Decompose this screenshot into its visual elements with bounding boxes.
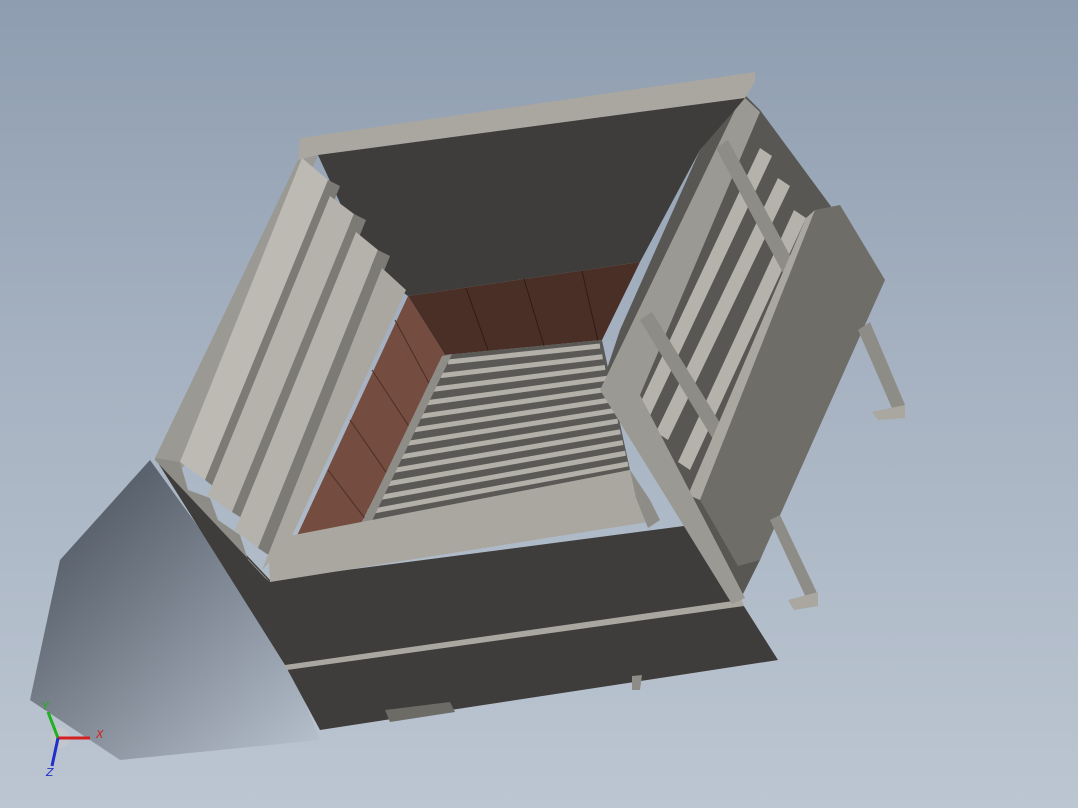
coordinate-triad: Y X Z bbox=[42, 700, 104, 779]
x-axis-label: X bbox=[95, 728, 104, 741]
leg-upper-right bbox=[858, 322, 905, 415]
leg-upper-right-foot bbox=[872, 405, 905, 420]
base-foot-right bbox=[632, 675, 642, 690]
y-axis-label: Y bbox=[42, 700, 50, 713]
furnace-model[interactable] bbox=[0, 0, 1078, 808]
z-axis-label: Z bbox=[45, 766, 54, 779]
leg-lower-right bbox=[770, 515, 818, 602]
leg-lower-right-foot bbox=[788, 592, 818, 610]
cad-viewport[interactable]: Y X Z bbox=[0, 0, 1078, 808]
